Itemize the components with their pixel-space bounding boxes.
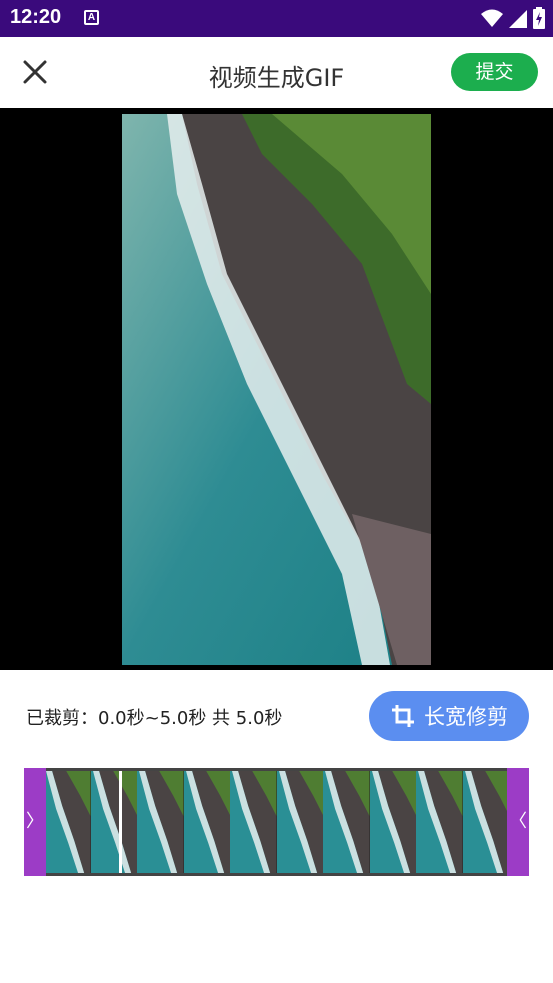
status-bar: 12:20 A (0, 0, 553, 37)
timeline-thumbnail (462, 771, 509, 874)
timeline-thumbnail (44, 771, 91, 874)
playhead[interactable] (119, 771, 122, 873)
crop-button[interactable]: 长宽修剪 (369, 691, 529, 741)
left-trim-handle[interactable]: 〉 (24, 768, 46, 876)
notification-icon: A (84, 10, 99, 25)
battery-charging-icon (533, 7, 545, 29)
trim-range-text: 已裁剪：0.0秒~5.0秒 共 5.0秒 (26, 708, 283, 729)
status-icons (481, 7, 545, 29)
video-preview (0, 108, 553, 670)
video-image (122, 114, 431, 665)
timeline-thumbnail (90, 771, 137, 874)
right-trim-handle[interactable]: 〈 (507, 768, 529, 876)
crop-icon (392, 705, 414, 727)
trim-info-row: 已裁剪：0.0秒~5.0秒 共 5.0秒 长宽修剪 (0, 670, 553, 760)
timeline-thumbnail (416, 771, 463, 874)
crop-button-label: 长宽修剪 (424, 705, 508, 729)
timeline-border-bottom (44, 873, 509, 876)
video-frame[interactable] (122, 114, 431, 665)
timeline-thumbnail (183, 771, 230, 874)
trim-timeline: 〉 〈 (24, 768, 529, 876)
signal-icon (509, 10, 527, 28)
timeline-thumbnail (369, 771, 416, 874)
status-time: 12:20 (10, 6, 62, 28)
submit-button[interactable]: 提交 (451, 53, 538, 91)
app-header: 视频生成GIF 提交 (0, 37, 553, 108)
timeline-thumbnail (230, 771, 277, 874)
thumbnail-strip[interactable] (44, 771, 509, 874)
wifi-icon (481, 9, 503, 27)
timeline-thumbnail (276, 771, 323, 874)
timeline-thumbnail (137, 771, 184, 874)
timeline-thumbnail (323, 771, 370, 874)
